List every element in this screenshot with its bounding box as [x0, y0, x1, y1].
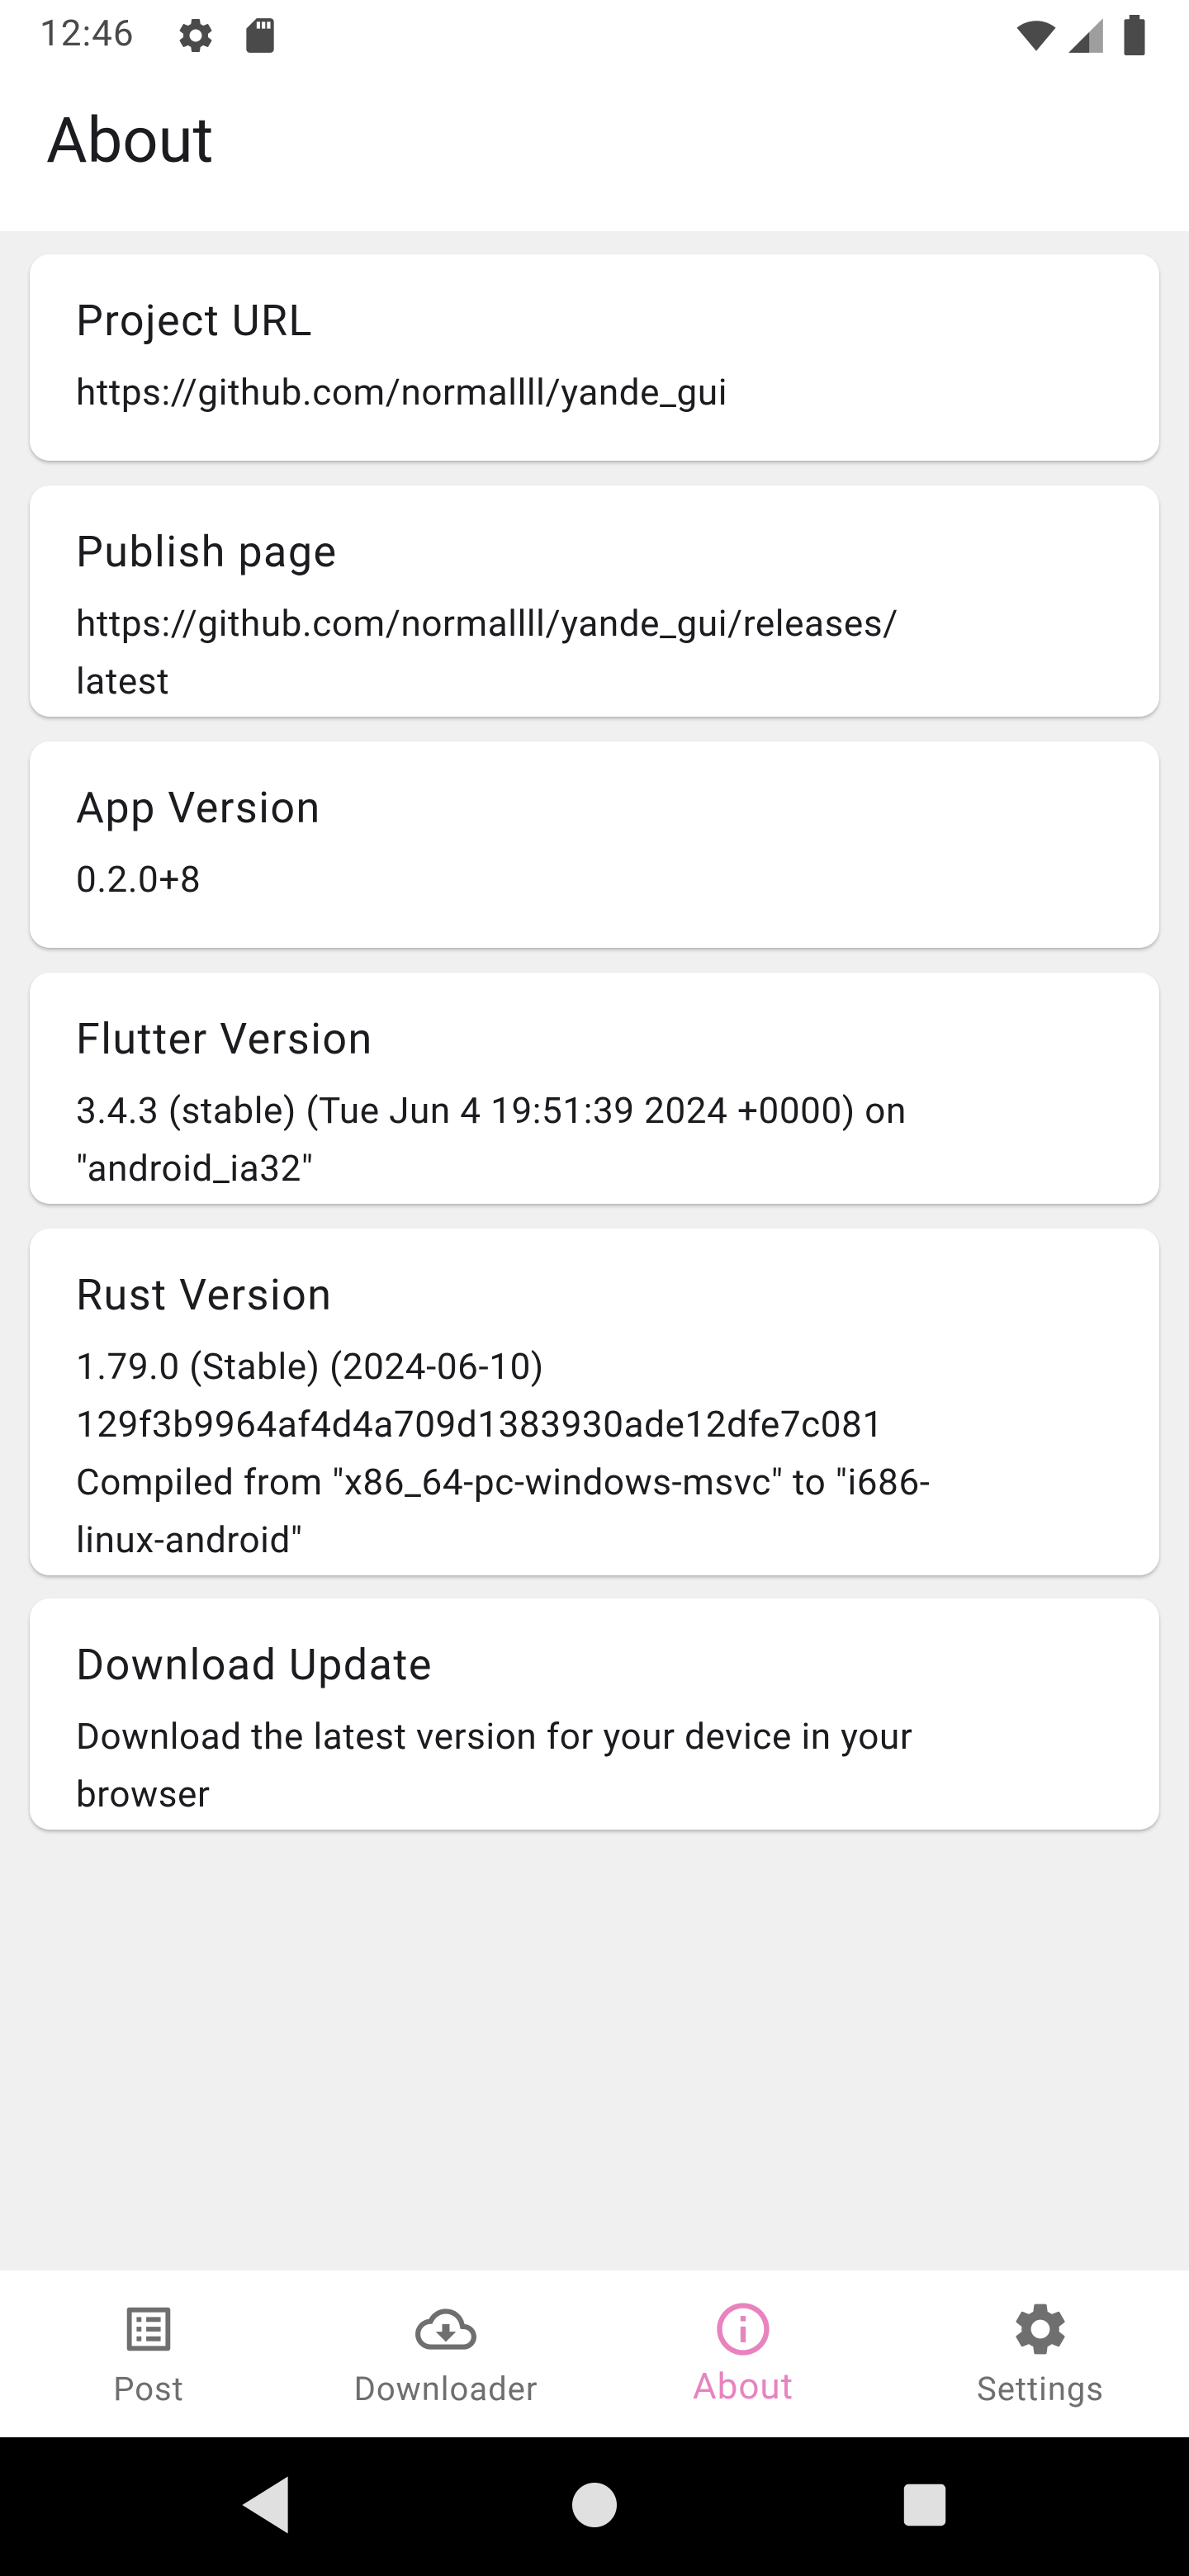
- nav-label: About: [692, 2365, 794, 2408]
- home-icon[interactable]: [570, 2480, 619, 2533]
- card-title: Download Update: [76, 1640, 433, 1690]
- battery-icon: [1118, 15, 1151, 59]
- system-nav-bar: [0, 2437, 1189, 2576]
- back-icon[interactable]: [236, 2474, 294, 2540]
- card-subtitle: https://github.com/normallll/yande_gui/r…: [76, 602, 898, 703]
- nav-item-about[interactable]: About: [594, 2271, 892, 2437]
- app-bar: About: [0, 69, 1189, 231]
- about-list: Project URL https://github.com/normallll…: [0, 231, 1189, 2271]
- card-download-update[interactable]: Download Update Download the latest vers…: [30, 1598, 1159, 1830]
- status-time: 12:46: [40, 12, 135, 54]
- card-subtitle: Download the latest version for your dev…: [76, 1715, 913, 1816]
- nav-item-settings[interactable]: Settings: [892, 2271, 1189, 2437]
- nav-label: Downloader: [353, 2370, 538, 2408]
- nav-label: Settings: [976, 2370, 1105, 2408]
- card-title: Project URL: [76, 296, 313, 346]
- card-app-version[interactable]: App Version 0.2.0+8: [30, 741, 1159, 948]
- bottom-nav: Post Downloader About Settings: [0, 2271, 1189, 2437]
- card-flutter-version[interactable]: Flutter Version 3.4.3 (stable) (Tue Jun …: [30, 973, 1159, 1204]
- card-subtitle: 0.2.0+8: [76, 858, 201, 901]
- card-title: App Version: [76, 783, 321, 833]
- sd-card-icon: [239, 15, 281, 59]
- settings-icon: [175, 15, 216, 59]
- wifi-icon: [1014, 15, 1059, 59]
- card-subtitle: 1.79.0 (Stable) (2024-06-10) 129f3b9964a…: [76, 1345, 931, 1561]
- nav-item-downloader[interactable]: Downloader: [297, 2271, 594, 2437]
- list-icon: [120, 2300, 178, 2361]
- card-project-url[interactable]: Project URL https://github.com/normallll…: [30, 254, 1159, 461]
- card-title: Rust Version: [76, 1270, 333, 1320]
- settings-icon: [1009, 2298, 1072, 2364]
- card-publish-page[interactable]: Publish page https://github.com/normalll…: [30, 485, 1159, 717]
- page-title: About: [46, 103, 214, 178]
- card-subtitle: 3.4.3 (stable) (Tue Jun 4 19:51:39 2024 …: [76, 1089, 907, 1190]
- card-subtitle: https://github.com/normallll/yande_gui: [76, 371, 728, 414]
- nav-label: Post: [113, 2370, 184, 2408]
- cell-signal-icon: [1065, 15, 1106, 59]
- card-rust-version[interactable]: Rust Version 1.79.0 (Stable) (2024-06-10…: [30, 1229, 1159, 1575]
- nav-item-post[interactable]: Post: [0, 2271, 297, 2437]
- status-bar: 12:46: [0, 0, 1189, 69]
- card-title: Publish page: [76, 527, 338, 577]
- recents-icon[interactable]: [902, 2482, 948, 2531]
- cloud-download-icon: [411, 2299, 481, 2363]
- card-title: Flutter Version: [76, 1014, 373, 1064]
- info-icon: [712, 2298, 775, 2364]
